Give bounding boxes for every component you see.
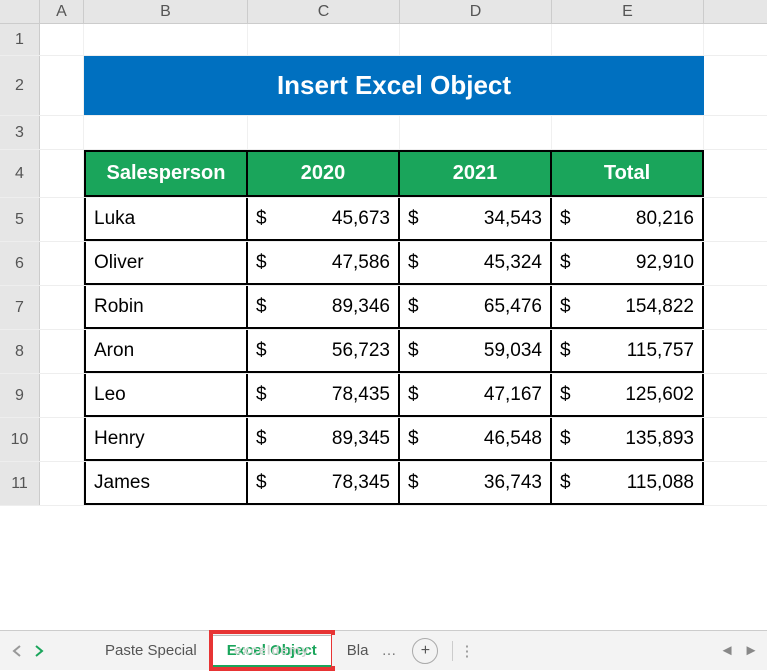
row-header-11[interactable]: 11 xyxy=(0,462,40,505)
row-header-4[interactable]: 4 xyxy=(0,150,40,197)
cell-B3[interactable] xyxy=(84,116,248,149)
cell-2021-6[interactable]: $45,324 xyxy=(400,242,552,285)
add-sheet-button[interactable]: + xyxy=(412,638,438,664)
cell-A2[interactable] xyxy=(40,56,84,115)
sheet-tab-active-label: Excel Object xyxy=(227,642,317,659)
cell-2020-9[interactable]: $78,435 xyxy=(248,374,400,417)
row-header-8[interactable]: 8 xyxy=(0,330,40,373)
cell-D1[interactable] xyxy=(400,24,552,55)
cell-name-6[interactable]: Oliver xyxy=(84,242,248,285)
cell-2020-8[interactable]: $56,723 xyxy=(248,330,400,373)
cell-2021-7[interactable]: $65,476 xyxy=(400,286,552,329)
row-header-7[interactable]: 7 xyxy=(0,286,40,329)
cell-E3[interactable] xyxy=(552,116,704,149)
row-header-2[interactable]: 2 xyxy=(0,56,40,115)
cell-2021-11[interactable]: $36,743 xyxy=(400,462,552,505)
column-header-row: A B C D E xyxy=(0,0,767,24)
cell-name-9[interactable]: Leo xyxy=(84,374,248,417)
header-2021[interactable]: 2021 xyxy=(400,150,552,197)
tab-menu-icon[interactable]: ⋮ xyxy=(459,642,476,660)
cell-E1[interactable] xyxy=(552,24,704,55)
cell-2021-5[interactable]: $34,543 xyxy=(400,198,552,241)
row-header-5[interactable]: 5 xyxy=(0,198,40,241)
cell-total-10[interactable]: $135,893 xyxy=(552,418,704,461)
row-header-1[interactable]: 1 xyxy=(0,24,40,55)
cell-D3[interactable] xyxy=(400,116,552,149)
cell-name-11[interactable]: James xyxy=(84,462,248,505)
cell-A10[interactable] xyxy=(40,418,84,461)
cell-A6[interactable] xyxy=(40,242,84,285)
sheet-tab-bar: Paste Special Excel Object exceldemy Bla… xyxy=(0,630,767,670)
cell-name-5[interactable]: Luka xyxy=(84,198,248,241)
cell-total-9[interactable]: $125,602 xyxy=(552,374,704,417)
cell-2020-6[interactable]: $47,586 xyxy=(248,242,400,285)
cell-total-7[interactable]: $154,822 xyxy=(552,286,704,329)
col-header-E[interactable]: E xyxy=(552,0,704,23)
cell-B1[interactable] xyxy=(84,24,248,55)
row-header-6[interactable]: 6 xyxy=(0,242,40,285)
cell-A11[interactable] xyxy=(40,462,84,505)
cell-2020-5[interactable]: $45,673 xyxy=(248,198,400,241)
cell-name-10[interactable]: Henry xyxy=(84,418,248,461)
col-header-B[interactable]: B xyxy=(84,0,248,23)
cell-A9[interactable] xyxy=(40,374,84,417)
cell-name-7[interactable]: Robin xyxy=(84,286,248,329)
cell-2020-7[interactable]: $89,346 xyxy=(248,286,400,329)
row-header-9[interactable]: 9 xyxy=(0,374,40,417)
sheet-tab-prev[interactable]: Paste Special xyxy=(90,635,212,666)
hscroll-left-icon[interactable]: ◄ xyxy=(717,642,737,659)
cell-total-8[interactable]: $115,757 xyxy=(552,330,704,373)
cell-2021-9[interactable]: $47,167 xyxy=(400,374,552,417)
hscroll-right-icon[interactable]: ► xyxy=(741,642,761,659)
tab-scroll-left-icon[interactable] xyxy=(6,640,28,662)
cell-C3[interactable] xyxy=(248,116,400,149)
cell-C1[interactable] xyxy=(248,24,400,55)
tab-divider xyxy=(452,641,453,661)
cell-A5[interactable] xyxy=(40,198,84,241)
cell-2021-8[interactable]: $59,034 xyxy=(400,330,552,373)
header-total[interactable]: Total xyxy=(552,150,704,197)
col-header-A[interactable]: A xyxy=(40,0,84,23)
cell-A3[interactable] xyxy=(40,116,84,149)
cell-2020-10[interactable]: $89,345 xyxy=(248,418,400,461)
header-salesperson[interactable]: Salesperson xyxy=(84,150,248,197)
cell-A1[interactable] xyxy=(40,24,84,55)
cell-2021-10[interactable]: $46,548 xyxy=(400,418,552,461)
tab-overflow-icon[interactable]: … xyxy=(373,642,404,659)
title-cell[interactable]: Insert Excel Object xyxy=(84,56,704,115)
row-header-10[interactable]: 10 xyxy=(0,418,40,461)
sheet-tab-active[interactable]: Excel Object exceldemy xyxy=(212,635,332,667)
sheet-tab-next[interactable]: Bla xyxy=(332,635,374,666)
cell-A7[interactable] xyxy=(40,286,84,329)
cell-A4[interactable] xyxy=(40,150,84,197)
col-header-C[interactable]: C xyxy=(248,0,400,23)
col-header-D[interactable]: D xyxy=(400,0,552,23)
cell-total-5[interactable]: $80,216 xyxy=(552,198,704,241)
cell-name-8[interactable]: Aron xyxy=(84,330,248,373)
select-all-corner[interactable] xyxy=(0,0,40,23)
header-2020[interactable]: 2020 xyxy=(248,150,400,197)
row-header-3[interactable]: 3 xyxy=(0,116,40,149)
cell-total-6[interactable]: $92,910 xyxy=(552,242,704,285)
cell-A8[interactable] xyxy=(40,330,84,373)
cell-2020-11[interactable]: $78,345 xyxy=(248,462,400,505)
cell-total-11[interactable]: $115,088 xyxy=(552,462,704,505)
tab-scroll-right-icon[interactable] xyxy=(28,640,50,662)
spreadsheet-grid[interactable]: A B C D E 1 2 Insert Excel Object 3 xyxy=(0,0,767,630)
